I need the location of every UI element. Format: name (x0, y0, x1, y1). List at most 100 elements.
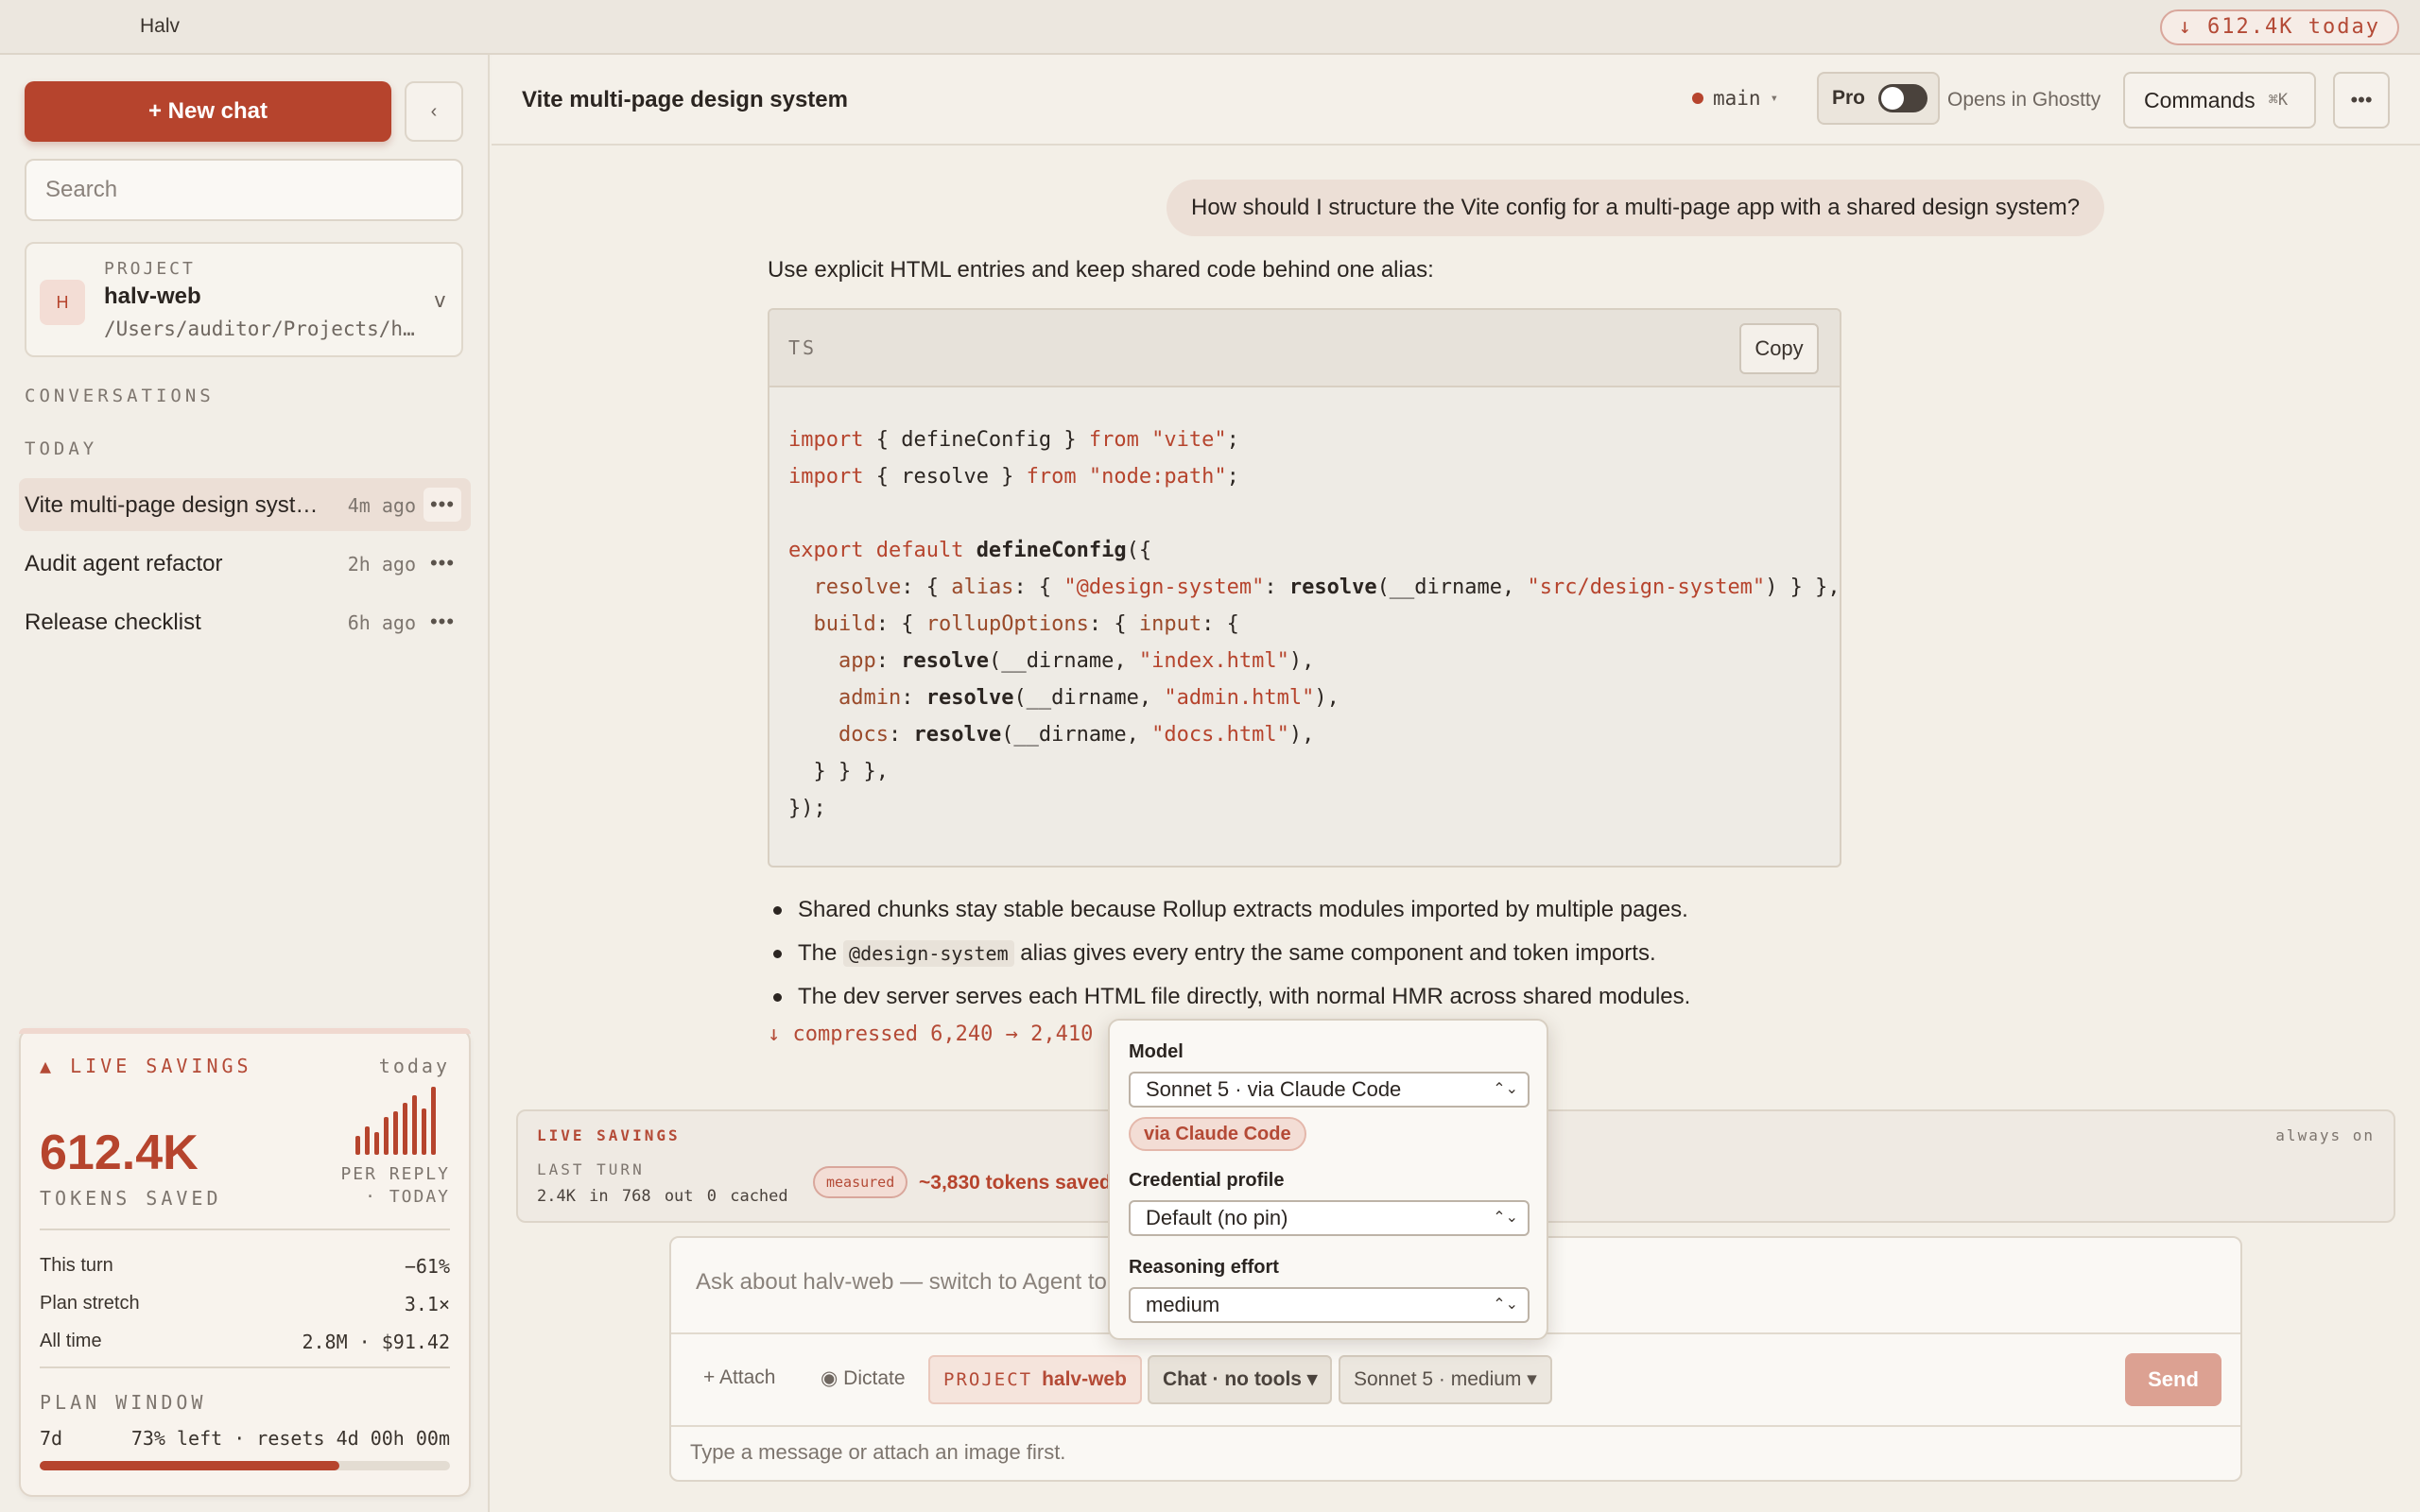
sparkline-bar (393, 1111, 398, 1155)
select-chevron-icon: ⌃⌄ (1493, 1081, 1518, 1097)
plan-window-label: PLAN WINDOW (40, 1391, 207, 1414)
per-reply-label: PER REPLY (340, 1164, 450, 1184)
more-icon[interactable]: ••• (424, 546, 461, 580)
project-chip[interactable]: PROJECT halv-web (928, 1355, 1142, 1404)
bullet-text: The (798, 940, 844, 966)
conversations-heading: CONVERSATIONS (25, 386, 215, 406)
model-label: Model (1129, 1041, 1184, 1062)
via-badge: via Claude Code (1129, 1117, 1306, 1151)
user-message: How should I structure the Vite config f… (1167, 180, 2105, 236)
effort-select[interactable]: medium ⌃⌄ (1129, 1287, 1530, 1323)
divider (40, 1228, 450, 1230)
sparkline-bar (355, 1136, 360, 1155)
inline-code: @design-system (843, 940, 1014, 967)
today-heading: TODAY (25, 438, 98, 459)
project-chip-value: halv-web (1042, 1368, 1127, 1390)
savings-row-this-turn: This turn −61% (40, 1255, 450, 1278)
model-popover: Model Sonnet 5 · via Claude Code ⌃⌄ via … (1108, 1019, 1548, 1340)
sparkline-bar (384, 1117, 389, 1155)
new-chat-button[interactable]: + New chat (25, 81, 391, 142)
conversation-item[interactable]: Audit agent refactor 2h ago ••• (19, 537, 471, 590)
credential-select-value: Default (no pin) (1146, 1206, 1288, 1229)
sparkline-bar (422, 1108, 426, 1155)
collapse-sidebar-button[interactable]: ‹ (405, 81, 463, 142)
chevron-down-icon: ▾ (1770, 91, 1779, 106)
model-selector[interactable]: Sonnet 5 · medium ▾ (1339, 1355, 1552, 1404)
divider (40, 1366, 450, 1368)
pro-label: Pro (1832, 87, 1866, 109)
bullet-text: alias gives every entry the same compone… (1013, 940, 1656, 966)
app-title: Halv (140, 15, 181, 37)
code-content: import { defineConfig } from "vite"; imp… (788, 428, 1841, 820)
measured-badge: measured (813, 1166, 908, 1198)
effort-label: Reasoning effort (1129, 1257, 1279, 1278)
bullet-item: The dev server serves each HTML file dir… (768, 975, 1690, 1019)
toggle-switch[interactable] (1878, 84, 1928, 112)
branch-status-dot (1692, 93, 1703, 104)
branch-selector[interactable]: main ▾ (1692, 87, 1778, 110)
conversation-item[interactable]: Vite multi-page design syst… 4m ago ••• (19, 478, 471, 531)
per-reply-sub: · TODAY (365, 1187, 450, 1207)
row-label: All time (40, 1331, 102, 1351)
live-savings-title: LIVE SAVINGS (537, 1126, 681, 1144)
today-savings-pill[interactable]: ↓ 612.4K today (2159, 9, 2399, 45)
tokens-saved-value: 612.4K (40, 1125, 199, 1180)
send-button[interactable]: Send (2125, 1353, 2221, 1406)
more-icon[interactable]: ••• (424, 605, 461, 639)
plan-period: 7d (40, 1427, 63, 1450)
bullet-item: The @design-system alias gives every ent… (768, 932, 1690, 975)
project-name: halv-web (104, 284, 201, 309)
conversation-time: 2h ago (347, 553, 416, 576)
attach-button[interactable]: + Attach (703, 1366, 775, 1389)
model-select-value: Sonnet 5 · via Claude Code (1146, 1077, 1402, 1101)
more-icon: ••• (2350, 88, 2373, 112)
last-turn-stats: 2.4K in 768 out 0 cached (537, 1187, 788, 1206)
project-chip-label: PROJECT (943, 1369, 1033, 1390)
savings-title: ▲ LIVE SAVINGS (40, 1055, 252, 1077)
effort-select-value: medium (1146, 1293, 1220, 1316)
row-value: −61% (404, 1255, 450, 1278)
commands-shortcut: ⌘K (2268, 91, 2289, 110)
row-value: 2.8M · $91.42 (302, 1331, 450, 1353)
more-options-button[interactable]: ••• (2333, 72, 2390, 129)
project-selector[interactable]: H PROJECT halv-web /Users/auditor/Projec… (25, 242, 463, 357)
search-input[interactable] (26, 161, 461, 219)
project-path: /Users/auditor/Projects/h… (104, 318, 415, 340)
composer-hint: Type a message or attach an image first. (690, 1440, 1066, 1464)
tokens-saved-label: TOKENS SAVED (40, 1187, 222, 1210)
plan-progress-fill (40, 1461, 339, 1470)
last-turn-label: LAST TURN (537, 1160, 645, 1178)
copy-button[interactable]: Copy (1739, 323, 1819, 374)
model-select[interactable]: Sonnet 5 · via Claude Code ⌃⌄ (1129, 1072, 1530, 1108)
sparkline-bar (374, 1132, 379, 1155)
select-chevron-icon: ⌃⌄ (1493, 1210, 1518, 1226)
more-icon[interactable]: ••• (424, 488, 461, 522)
bullet-item: Shared chunks stay stable because Rollup… (768, 888, 1690, 932)
code-block-header: TS Copy (769, 310, 1840, 387)
credential-select[interactable]: Default (no pin) ⌃⌄ (1129, 1200, 1530, 1236)
savings-row-all-time: All time 2.8M · $91.42 (40, 1331, 450, 1353)
composer-toolbar: + Attach ◉ Dictate PROJECT halv-web Chat … (671, 1332, 2240, 1427)
conversation-item[interactable]: Release checklist 6h ago ••• (19, 595, 471, 648)
conversation-title: Vite multi-page design syst… (25, 492, 319, 518)
row-value: 3.1× (404, 1293, 450, 1315)
row-label: Plan stretch (40, 1293, 140, 1314)
mode-selector[interactable]: Chat · no tools ▾ (1148, 1355, 1333, 1404)
sparkline-bar (431, 1087, 436, 1155)
savings-row-plan-stretch: Plan stretch 3.1× (40, 1293, 450, 1315)
project-eyebrow: PROJECT (104, 259, 196, 279)
dictate-button[interactable]: ◉ Dictate (821, 1366, 906, 1390)
title-bar: Halv ↓ 612.4K today (0, 0, 2420, 55)
savings-period: today (378, 1055, 450, 1077)
commands-button[interactable]: Commands ⌘K (2123, 72, 2316, 129)
tokens-saved-text: ~3,830 tokens saved (919, 1172, 1112, 1194)
compression-note: ↓ compressed 6,240 → 2,410 (768, 1022, 1094, 1046)
code-block: TS Copy import { defineConfig } from "vi… (768, 308, 1841, 868)
chat-header: Vite multi-page design system main ▾ Pro… (492, 55, 2420, 146)
pro-toggle[interactable]: Pro (1817, 72, 1940, 125)
branch-name: main (1713, 87, 1761, 110)
commands-label: Commands (2144, 87, 2256, 112)
search-box (25, 159, 463, 221)
chevron-down-icon: v (433, 289, 446, 313)
sparkline-bar (403, 1103, 407, 1155)
